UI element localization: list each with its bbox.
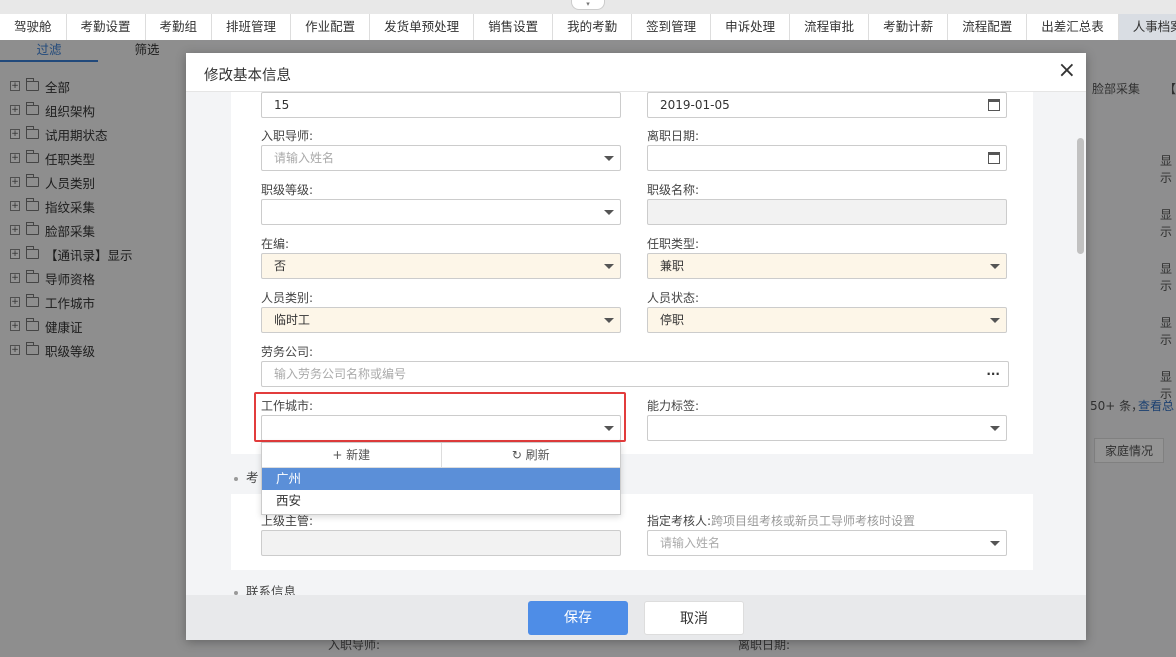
chevron-down-icon bbox=[990, 541, 1000, 546]
tab-9[interactable]: 申诉处理 bbox=[711, 14, 791, 40]
tab-list: 驾驶舱 考勤设置 考勤组 排班管理 作业配置 发货单预处理 销售设置 我的考勤 签到管理 申诉处理… bbox=[0, 14, 1176, 40]
more-icon[interactable]: ··· bbox=[986, 362, 1000, 386]
labor-company-placeholder: 输入劳务公司名称或编号 bbox=[274, 367, 407, 381]
ability-tag-select[interactable] bbox=[647, 415, 1007, 441]
top-tab-bar: ▾ 驾驶舱 考勤设置 考勤组 排班管理 作业配置 发货单预处理 销售设置 我的考勤 签到管理 申诉… bbox=[0, 0, 1176, 40]
top-left-field[interactable]: 15 bbox=[261, 92, 621, 118]
leave-date-label: 离职日期: bbox=[647, 129, 700, 143]
labor-company-label: 劳务公司: bbox=[261, 345, 314, 359]
dialog-header: 修改基本信息 × bbox=[186, 53, 1086, 92]
save-button[interactable]: 保存 bbox=[528, 601, 628, 635]
tab-1[interactable]: 考勤设置 bbox=[66, 14, 146, 40]
tab-13[interactable]: 出差汇总表 bbox=[1027, 14, 1119, 40]
assessor-placeholder: 请输入姓名 bbox=[660, 536, 721, 550]
staff-category-label: 人员类别: bbox=[261, 291, 314, 305]
bullet-icon bbox=[234, 590, 238, 595]
work-city-dropdown: + 新建 ↻ 刷新 广州 西安 bbox=[261, 442, 621, 515]
chevron-down-icon bbox=[604, 318, 614, 323]
staff-category-value: 临时工 bbox=[274, 313, 311, 327]
mentor-placeholder: 请输入姓名 bbox=[274, 151, 335, 165]
assessor-select[interactable]: 请输入姓名 bbox=[647, 530, 1007, 556]
labor-company-input[interactable]: 输入劳务公司名称或编号 ··· bbox=[261, 361, 1009, 387]
close-icon[interactable]: × bbox=[1058, 59, 1076, 83]
employment-type-select[interactable]: 兼职 bbox=[647, 253, 1007, 279]
chevron-down-icon bbox=[604, 210, 614, 215]
mentor-label: 入职导师: bbox=[261, 129, 314, 143]
rank-level-label: 职级等级: bbox=[261, 183, 314, 197]
work-city-highlight bbox=[254, 392, 626, 442]
staff-status-label: 人员状态: bbox=[647, 291, 700, 305]
top-right-date-field[interactable]: 2019-01-05 bbox=[647, 92, 1007, 118]
staff-category-select[interactable]: 临时工 bbox=[261, 307, 621, 333]
tab-14[interactable]: 人事档案 bbox=[1118, 14, 1176, 40]
rank-name-label: 职级名称: bbox=[647, 183, 700, 197]
tab-8[interactable]: 签到管理 bbox=[632, 14, 712, 40]
dialog-body: 15 2019-01-05 入职导师: 请输入姓名 离职日期: 职级等级: 职级… bbox=[186, 92, 1086, 595]
dialog-footer: 保存 取消 bbox=[186, 595, 1086, 640]
on-staff-select[interactable]: 否 bbox=[261, 253, 621, 279]
assessor-label-text: 指定考核人: bbox=[647, 514, 712, 528]
section-contact-title: 联系信息 bbox=[246, 584, 297, 595]
employment-type-label: 任职类型: bbox=[647, 237, 700, 251]
assessor-hint: 跨项目组考核或新员工导师考核时设置 bbox=[711, 514, 916, 528]
assessor-label: 指定考核人:跨项目组考核或新员工导师考核时设置 bbox=[647, 512, 915, 529]
chevron-down-icon bbox=[990, 264, 1000, 269]
dialog-scrollbar[interactable] bbox=[1077, 138, 1084, 254]
tab-7[interactable]: 我的考勤 bbox=[553, 14, 633, 40]
on-staff-label: 在编: bbox=[261, 237, 290, 251]
tab-12[interactable]: 流程配置 bbox=[948, 14, 1028, 40]
tab-4[interactable]: 作业配置 bbox=[291, 14, 371, 40]
tab-11[interactable]: 考勤计薪 bbox=[869, 14, 949, 40]
dialog-title: 修改基本信息 bbox=[204, 68, 291, 84]
top-right-date-value: 2019-01-05 bbox=[660, 98, 730, 112]
tab-6[interactable]: 销售设置 bbox=[474, 14, 554, 40]
staff-status-value: 停职 bbox=[660, 313, 685, 327]
edit-basic-info-dialog: 修改基本信息 × 15 2019-01-05 入职导师: 请输入姓名 离职日期:… bbox=[186, 53, 1086, 640]
section-assessment-title: 考 bbox=[246, 470, 259, 485]
rank-level-select[interactable] bbox=[261, 199, 621, 225]
tab-5[interactable]: 发货单预处理 bbox=[370, 14, 475, 40]
rank-name-field bbox=[647, 199, 1007, 225]
refresh-options-button[interactable]: ↻ 刷新 bbox=[442, 443, 621, 467]
tab-2[interactable]: 考勤组 bbox=[145, 14, 213, 40]
leave-date-field[interactable] bbox=[647, 145, 1007, 171]
chevron-down-icon bbox=[604, 156, 614, 161]
dropdown-option-xian[interactable]: 西安 bbox=[262, 490, 620, 512]
calendar-icon[interactable] bbox=[988, 99, 1000, 111]
staff-status-select[interactable]: 停职 bbox=[647, 307, 1007, 333]
calendar-icon[interactable] bbox=[988, 152, 1000, 164]
tab-3[interactable]: 排班管理 bbox=[212, 14, 292, 40]
ability-tag-label: 能力标签: bbox=[647, 399, 700, 413]
dropdown-actions: + 新建 ↻ 刷新 bbox=[262, 443, 620, 468]
tab-10[interactable]: 流程审批 bbox=[790, 14, 870, 40]
chevron-down-icon bbox=[990, 426, 1000, 431]
tab-0[interactable]: 驾驶舱 bbox=[0, 14, 67, 40]
employment-type-value: 兼职 bbox=[660, 259, 685, 273]
section-contact: 联系信息 bbox=[234, 581, 296, 595]
dropdown-option-guangzhou[interactable]: 广州 bbox=[262, 468, 620, 490]
new-option-button[interactable]: + 新建 bbox=[262, 443, 442, 467]
cancel-button[interactable]: 取消 bbox=[644, 601, 744, 635]
mentor-select[interactable]: 请输入姓名 bbox=[261, 145, 621, 171]
chevron-down-icon bbox=[604, 264, 614, 269]
bullet-icon bbox=[234, 476, 238, 481]
section-assessment: 考 bbox=[234, 467, 259, 486]
on-staff-value: 否 bbox=[274, 259, 287, 273]
superior-field bbox=[261, 530, 621, 556]
collapse-toggle[interactable]: ▾ bbox=[571, 0, 605, 10]
chevron-down-icon bbox=[990, 318, 1000, 323]
